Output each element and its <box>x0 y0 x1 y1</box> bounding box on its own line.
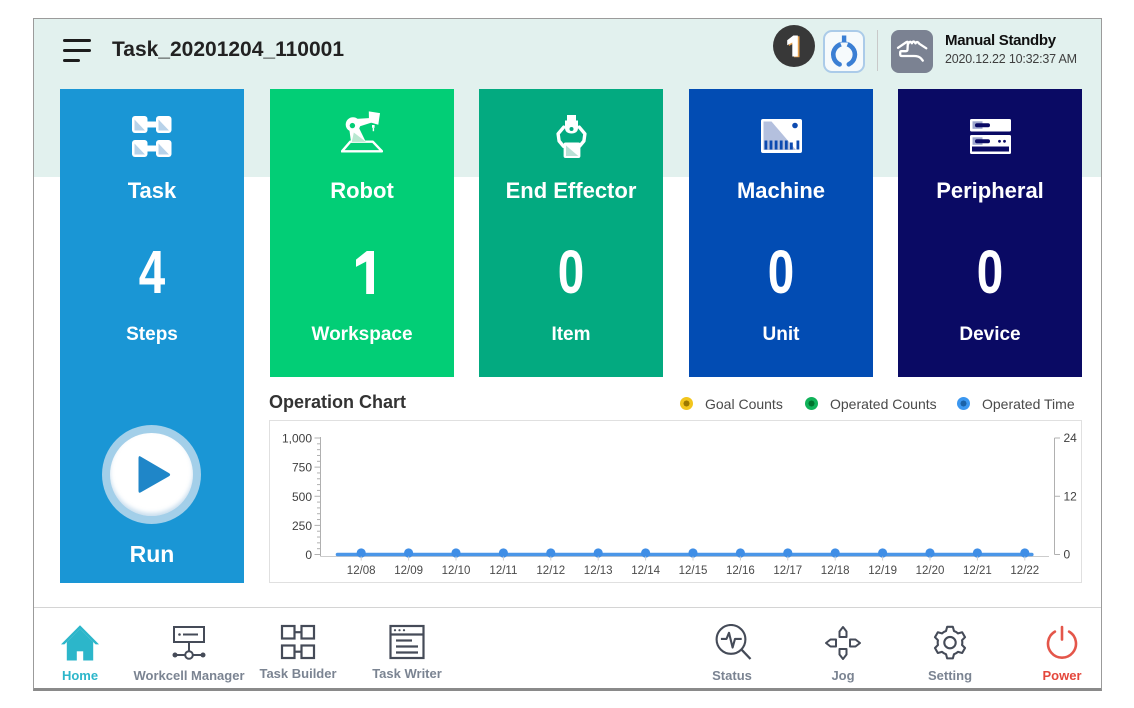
svg-text:750: 750 <box>292 461 312 475</box>
svg-text:12/18: 12/18 <box>821 565 850 577</box>
svg-text:12/09: 12/09 <box>394 565 423 577</box>
svg-text:24: 24 <box>1064 431 1078 445</box>
svg-text:0: 0 <box>305 548 312 562</box>
svg-text:12/08: 12/08 <box>347 565 376 577</box>
svg-text:12: 12 <box>1064 489 1078 503</box>
svg-text:12/11: 12/11 <box>489 565 517 577</box>
svg-text:12/16: 12/16 <box>726 565 755 577</box>
svg-text:250: 250 <box>292 519 312 533</box>
svg-text:12/19: 12/19 <box>868 565 897 577</box>
svg-text:12/14: 12/14 <box>631 565 660 577</box>
svg-text:12/20: 12/20 <box>916 565 945 577</box>
svg-text:12/12: 12/12 <box>536 565 565 577</box>
svg-text:12/10: 12/10 <box>442 565 471 577</box>
svg-text:12/17: 12/17 <box>773 565 802 577</box>
svg-text:1,000: 1,000 <box>282 432 312 446</box>
svg-text:12/15: 12/15 <box>679 565 708 577</box>
svg-text:500: 500 <box>292 490 312 504</box>
svg-text:12/21: 12/21 <box>963 565 992 577</box>
svg-text:0: 0 <box>1064 548 1071 562</box>
svg-text:12/13: 12/13 <box>584 565 613 577</box>
svg-text:12/22: 12/22 <box>1010 565 1039 577</box>
